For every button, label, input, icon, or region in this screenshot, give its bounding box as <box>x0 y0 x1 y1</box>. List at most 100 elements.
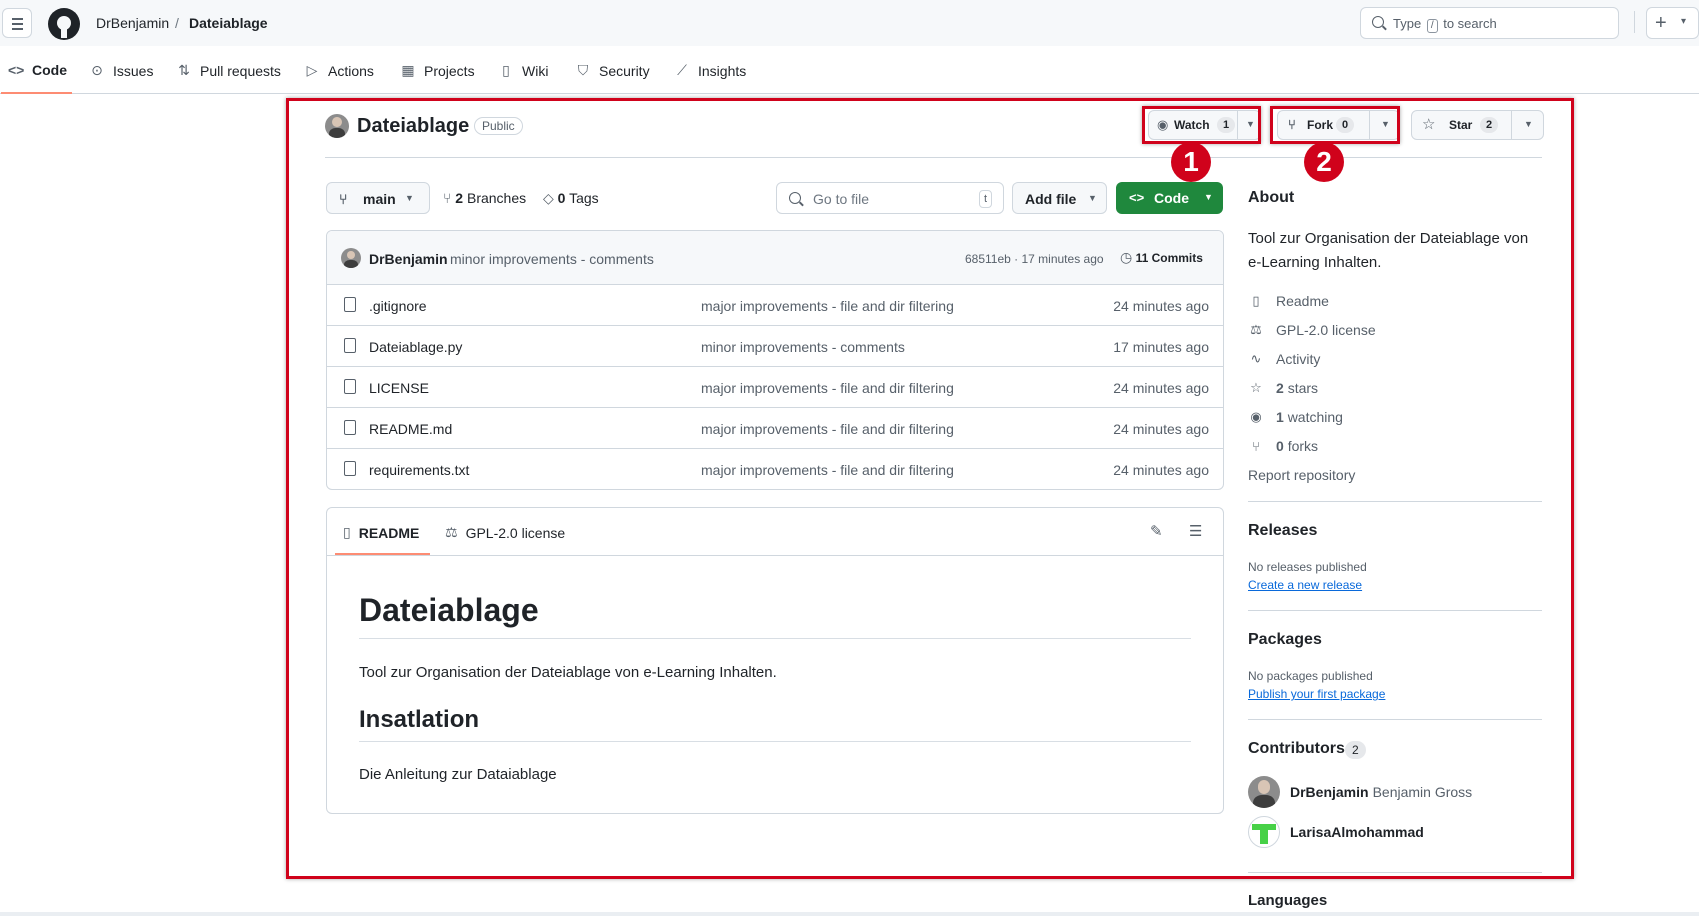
history-icon: ◷ <box>1120 249 1133 265</box>
chevron-down-icon: ▼ <box>1088 193 1097 203</box>
file-commit-message[interactable]: major improvements - file and dir filter… <box>701 462 954 478</box>
branches-label: Branches <box>466 190 527 206</box>
pencil-icon[interactable]: ✎ <box>1150 522 1163 540</box>
sidebar-item-forks[interactable]: ⑂ 0 forks <box>1248 438 1318 454</box>
file-commit-message[interactable]: major improvements - file and dir filter… <box>701 380 954 396</box>
file-commit-message[interactable]: major improvements - file and dir filter… <box>701 298 954 314</box>
tab-actions[interactable]: ▷ Actions <box>304 62 374 79</box>
tags-count: 0 <box>557 190 566 206</box>
contributor-item[interactable]: LarisaAlmohammad <box>1248 816 1424 848</box>
global-header: DrBenjamin / Dateiablage Type / to searc… <box>0 0 1699 46</box>
issue-icon: ⊙ <box>91 62 103 78</box>
tab-security[interactable]: ⛉ Security <box>575 62 650 79</box>
releases-heading[interactable]: Releases <box>1248 522 1317 540</box>
sidebar-item-count: 2 <box>1276 380 1284 396</box>
commit-author[interactable]: DrBenjamin <box>369 251 448 267</box>
sidebar-divider <box>1248 501 1542 502</box>
publish-package-link[interactable]: Publish your first package <box>1248 687 1385 701</box>
commit-message[interactable]: minor improvements - comments <box>450 251 654 267</box>
active-tab-indicator <box>1 92 72 94</box>
branch-icon: ⑂ <box>339 191 348 207</box>
sidebar-item-stars[interactable]: ☆ 2 stars <box>1248 380 1318 396</box>
file-name[interactable]: .gitignore <box>369 298 427 314</box>
go-to-file-placeholder: Go to file <box>813 191 870 207</box>
contributor-login[interactable]: DrBenjamin <box>1290 784 1369 800</box>
readme-tabs: ▯ README ⚖ GPL-2.0 license ✎ ☰ <box>327 508 1223 556</box>
annotation-marker-1: 1 <box>1171 142 1211 182</box>
sidebar-item-watching[interactable]: ◉ 1 watching <box>1248 409 1343 425</box>
search-input[interactable]: Type / to search <box>1360 7 1619 39</box>
sidebar-item-readme[interactable]: ▯ Readme <box>1248 293 1329 309</box>
file-name[interactable]: LICENSE <box>369 380 429 396</box>
tags-link[interactable]: ◇ 0 Tags <box>543 190 599 207</box>
sidebar-item-activity[interactable]: ∿ Activity <box>1248 351 1321 367</box>
file-row[interactable]: README.md major improvements - file and … <box>327 408 1223 449</box>
commit-meta[interactable]: 68511eb · 17 minutes ago <box>965 252 1104 266</box>
tab-label: Actions <box>328 62 374 79</box>
list-icon[interactable]: ☰ <box>1189 522 1202 540</box>
tab-label: Issues <box>113 62 154 79</box>
contributors-heading[interactable]: Contributors <box>1248 740 1345 758</box>
file-name[interactable]: requirements.txt <box>369 462 469 478</box>
tab-insights[interactable]: ⟋ Insights <box>674 62 746 79</box>
file-commit-message[interactable]: major improvements - file and dir filter… <box>701 421 954 437</box>
avatar[interactable] <box>1248 816 1280 848</box>
file-row[interactable]: LICENSE major improvements - file and di… <box>327 367 1223 408</box>
tab-projects[interactable]: ▦ Projects <box>400 62 475 79</box>
file-commit-message[interactable]: minor improvements - comments <box>701 339 905 355</box>
add-file-button[interactable]: Add file ▼ <box>1012 182 1107 214</box>
tab-wiki[interactable]: ▯ Wiki <box>498 62 548 79</box>
packages-heading[interactable]: Packages <box>1248 631 1322 649</box>
sidebar-item-license[interactable]: ⚖ GPL-2.0 license <box>1248 322 1375 338</box>
report-repository-link[interactable]: Report repository <box>1248 467 1355 483</box>
report-label: Report repository <box>1248 467 1356 483</box>
commits-link[interactable]: ◷ 11 Commits <box>1120 249 1203 266</box>
file-row[interactable]: .gitignore major improvements - file and… <box>327 285 1223 326</box>
file-row[interactable]: Dateiablage.py minor improvements - comm… <box>327 326 1223 367</box>
header-divider <box>1634 11 1635 33</box>
create-release-link[interactable]: Create a new release <box>1248 578 1362 592</box>
code-button[interactable]: <> Code ▼ <box>1116 182 1223 214</box>
contributor-login[interactable]: LarisaAlmohammad <box>1290 824 1424 840</box>
tab-issues[interactable]: ⊙ Issues <box>89 62 153 79</box>
file-age: 17 minutes ago <box>1113 339 1209 355</box>
go-to-file-input[interactable]: Go to file t <box>776 182 1004 214</box>
readme-heading: Dateiablage <box>359 592 539 628</box>
tab-label: Insights <box>698 62 747 79</box>
tab-label: Projects <box>424 62 475 79</box>
file-age: 24 minutes ago <box>1113 298 1209 314</box>
commit-author-avatar[interactable] <box>341 248 361 268</box>
avatar[interactable] <box>1248 776 1280 808</box>
commits-count: 11 <box>1135 251 1149 265</box>
about-description: Tool zur Organisation der Dateiablage vo… <box>1248 230 1529 271</box>
packages-empty-text: No packages published <box>1248 669 1373 683</box>
file-name[interactable]: README.md <box>369 421 452 437</box>
tab-code[interactable]: <> Code <box>8 62 67 78</box>
contributor-item[interactable]: DrBenjamin Benjamin Gross <box>1248 776 1472 808</box>
tab-readme[interactable]: ▯ README <box>343 524 419 541</box>
file-row[interactable]: requirements.txt major improvements - fi… <box>327 449 1223 489</box>
tab-pull-requests[interactable]: ⇅ Pull requests <box>176 62 281 79</box>
plus-icon: + <box>1655 12 1667 34</box>
github-logo-icon[interactable] <box>48 8 80 40</box>
book-icon: ▯ <box>1252 293 1260 308</box>
sidebar-item-label: forks <box>1287 438 1319 454</box>
file-name[interactable]: Dateiablage.py <box>369 339 462 355</box>
annotation-marker-2: 2 <box>1304 142 1344 182</box>
graph-icon: ⟋ <box>677 62 687 78</box>
branches-link[interactable]: ⑂ 2 Branches <box>443 190 526 206</box>
star-icon: ☆ <box>1250 380 1262 395</box>
tag-icon: ◇ <box>543 190 554 206</box>
file-age: 24 minutes ago <box>1113 421 1209 437</box>
menu-icon[interactable] <box>2 8 32 38</box>
breadcrumb-owner[interactable]: DrBenjamin <box>96 15 169 31</box>
search-icon <box>789 192 801 204</box>
tab-license[interactable]: ⚖ GPL-2.0 license <box>445 524 565 541</box>
create-new-button[interactable]: + ▾ <box>1646 7 1699 39</box>
pull-request-icon: ⇅ <box>178 62 190 78</box>
heading-divider <box>359 741 1191 742</box>
tab-label: README <box>358 524 420 541</box>
book-icon: ▯ <box>502 62 510 78</box>
breadcrumb-repo[interactable]: Dateiablage <box>189 15 268 31</box>
branch-selector[interactable]: ⑂ main ▼ <box>326 182 430 214</box>
